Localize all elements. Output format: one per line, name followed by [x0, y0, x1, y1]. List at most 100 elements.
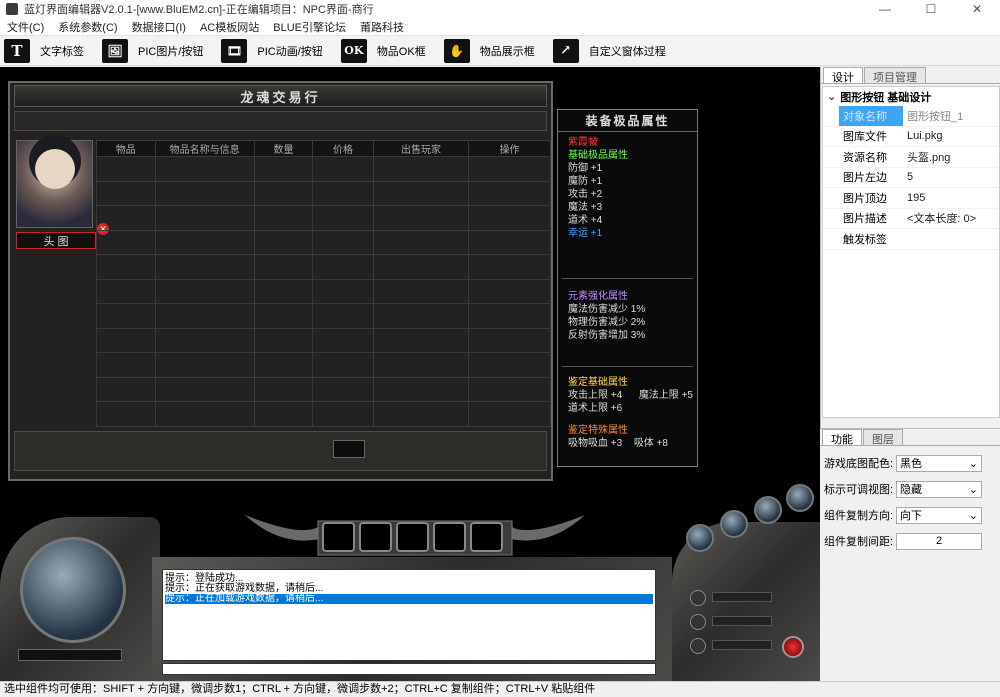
avatar-label[interactable]: 头 图 — [16, 232, 96, 249]
prop-row[interactable]: 图片描述 <文本长度: 0> — [823, 209, 999, 229]
elem-header: 元素强化属性 — [568, 291, 628, 302]
property-category[interactable]: ⌄ 图形按钮 基础设计 — [823, 87, 999, 106]
logout-icon[interactable] — [782, 636, 804, 658]
film-icon: 🎞 — [221, 38, 248, 63]
col-seller: 出售玩家 — [372, 140, 470, 157]
prop-row[interactable]: 对象名称 图形按钮_1 — [823, 106, 999, 127]
menu-icon[interactable] — [690, 614, 706, 630]
skill-icon[interactable] — [686, 524, 714, 552]
minimize-icon[interactable]: — — [862, 0, 908, 18]
table-row — [96, 205, 551, 231]
tool-item-ok-box[interactable]: OK 物品OK框 — [340, 38, 426, 64]
page-box[interactable] — [333, 440, 365, 458]
tool-custom-window[interactable]: ↗ 自定义窗体过程 — [552, 38, 666, 64]
chat-frame: 提示：登陆成功... 提示：正在获取游戏数据，请稍后... 提示：正在加载游戏数… — [152, 557, 672, 681]
menu-tech[interactable]: 莆路科技 — [353, 19, 411, 35]
basic-attr: 幸运 +1 — [568, 228, 603, 239]
ok-icon: OK — [340, 38, 367, 63]
belt-slot[interactable] — [470, 522, 503, 552]
divider — [562, 278, 693, 279]
chevron-down-icon: ⌄ — [968, 483, 978, 496]
table-row — [96, 352, 551, 378]
chevron-down-icon: ⌄ — [968, 509, 978, 522]
title-bar: 蓝灯界面编辑器V2.0.1-[www.BluEM2.cn]-正在编辑项目：NPC… — [0, 0, 1000, 18]
menu-icon[interactable] — [690, 590, 706, 606]
col-qty: 数量 — [253, 140, 314, 157]
equip-panel: 装备极品属性 紫霞帔 基础极品属性 防御 +1 魔防 +1 攻击 +2 魔法 +… — [557, 109, 698, 467]
window-title: 蓝灯界面编辑器V2.0.1-[www.BluEM2.cn]-正在编辑项目：NPC… — [24, 4, 374, 16]
table-row — [96, 401, 551, 427]
appraise-attr: 魔法上限 +5 — [638, 390, 693, 401]
prop-row[interactable]: 触发标签 — [823, 229, 999, 250]
design-tabs: 设计 项目管理 — [821, 67, 1000, 84]
divider — [562, 366, 693, 367]
exp-bar — [18, 649, 122, 661]
table-row — [96, 254, 551, 280]
belt-slot[interactable] — [322, 522, 355, 552]
bg-color-select[interactable]: 黑色 ⌄ — [896, 454, 982, 472]
setting-row: 组件复制间距: 2 — [824, 528, 1000, 554]
appraise-attr: 道术上限 +6 — [568, 403, 623, 414]
menu-file[interactable]: 文件(C) — [0, 19, 51, 35]
table-row — [96, 180, 551, 206]
search-bar-area — [14, 111, 547, 131]
tool-pic-button[interactable]: 🖼 PIC图片/按钮 — [102, 38, 203, 64]
pager-area — [14, 431, 547, 471]
prop-row[interactable]: 图片顶边 195 — [823, 188, 999, 209]
trade-table: 物品 物品名称与信息 数量 价格 出售玩家 操作 — [96, 140, 551, 427]
table-row — [96, 156, 551, 182]
basic-attr: 魔法 +3 — [568, 202, 603, 213]
tab-design[interactable]: 设计 — [823, 67, 863, 84]
equip-name: 紫霞帔 — [568, 137, 598, 148]
basic-attr: 攻击 +2 — [568, 189, 603, 200]
toolbar: T 文字标签 🖼 PIC图片/按钮 🎞 PIC动画/按钮 OK 物品OK框 ✋ … — [0, 36, 1000, 66]
table-row — [96, 376, 551, 402]
menu-ac-templates[interactable]: AC模板网站 — [193, 19, 266, 35]
menu-data-interface[interactable]: 数据接口(I) — [125, 19, 193, 35]
equip-title: 装备极品属性 — [558, 110, 697, 132]
prop-row[interactable]: 图库文件 Lui.pkg — [823, 127, 999, 147]
tab-function[interactable]: 功能 — [822, 429, 862, 446]
hand-icon: ✋ — [443, 38, 470, 63]
status-bar: 选中组件均可使用：SHIFT + 方向键，微调步数1；CTRL + 方向键，微调… — [0, 681, 1000, 697]
prop-row[interactable]: 资源名称 头盔.png — [823, 147, 999, 168]
belt-slot[interactable] — [396, 522, 429, 552]
col-price[interactable]: 价格 — [312, 140, 374, 157]
tool-text-label[interactable]: T 文字标签 — [4, 38, 84, 64]
chat-line-selected: 提示：正在加载游戏数据，请稍后... — [165, 594, 653, 604]
copy-direction-select[interactable]: 向下 ⌄ — [896, 506, 982, 524]
text-icon: T — [4, 38, 30, 63]
elem-attr: 物理伤害减少 2% — [568, 317, 646, 328]
maximize-icon[interactable]: ☐ — [908, 0, 954, 18]
hud-bar — [712, 592, 772, 602]
prop-row[interactable]: 图片左边 5 — [823, 168, 999, 188]
menu-blue-forum[interactable]: BLUE引擎论坛 — [266, 19, 353, 35]
tool-item-display-box[interactable]: ✋ 物品展示框 — [443, 38, 535, 64]
design-canvas[interactable]: 龙魂交易行 头 图 ✕ 物品 物品名称与信息 数量 价格 出售玩家 操作 装备极… — [0, 67, 820, 681]
skill-icon[interactable] — [754, 496, 782, 524]
skill-icon[interactable] — [786, 484, 814, 512]
hud-bar — [712, 640, 772, 650]
table-row — [96, 303, 551, 329]
app-icon — [6, 3, 18, 15]
menu-icon[interactable] — [690, 638, 706, 654]
belt-ornament — [240, 507, 590, 557]
belt-slot[interactable] — [433, 522, 466, 552]
chat-input[interactable] — [162, 663, 656, 675]
portrait-face — [35, 149, 75, 189]
copy-spacing-input[interactable]: 2 — [896, 532, 982, 550]
menu-system-params[interactable]: 系统参数(C) — [51, 19, 124, 35]
function-panel: 功能 图层 游戏底图配色: 黑色 ⌄ 标示可调视图: 隐藏 ⌄ 组件复制方向: 向下 ⌄ 组… — [820, 428, 1000, 681]
tab-layers[interactable]: 图层 — [863, 429, 903, 446]
avatar[interactable] — [16, 140, 93, 228]
trade-window: 龙魂交易行 头 图 ✕ 物品 物品名称与信息 数量 价格 出售玩家 操作 — [8, 81, 553, 481]
belt-slot[interactable] — [359, 522, 392, 552]
hud-left — [0, 517, 160, 681]
chat-box[interactable]: 提示：登陆成功... 提示：正在获取游戏数据，请稍后... 提示：正在加载游戏数… — [162, 569, 656, 661]
skill-icon[interactable] — [720, 510, 748, 538]
view-select[interactable]: 隐藏 ⌄ — [896, 480, 982, 498]
tool-pic-animation[interactable]: 🎞 PIC动画/按钮 — [221, 38, 323, 64]
tab-project[interactable]: 项目管理 — [864, 67, 926, 84]
basic-attr: 道术 +4 — [568, 215, 603, 226]
close-icon[interactable]: ✕ — [954, 0, 1000, 18]
